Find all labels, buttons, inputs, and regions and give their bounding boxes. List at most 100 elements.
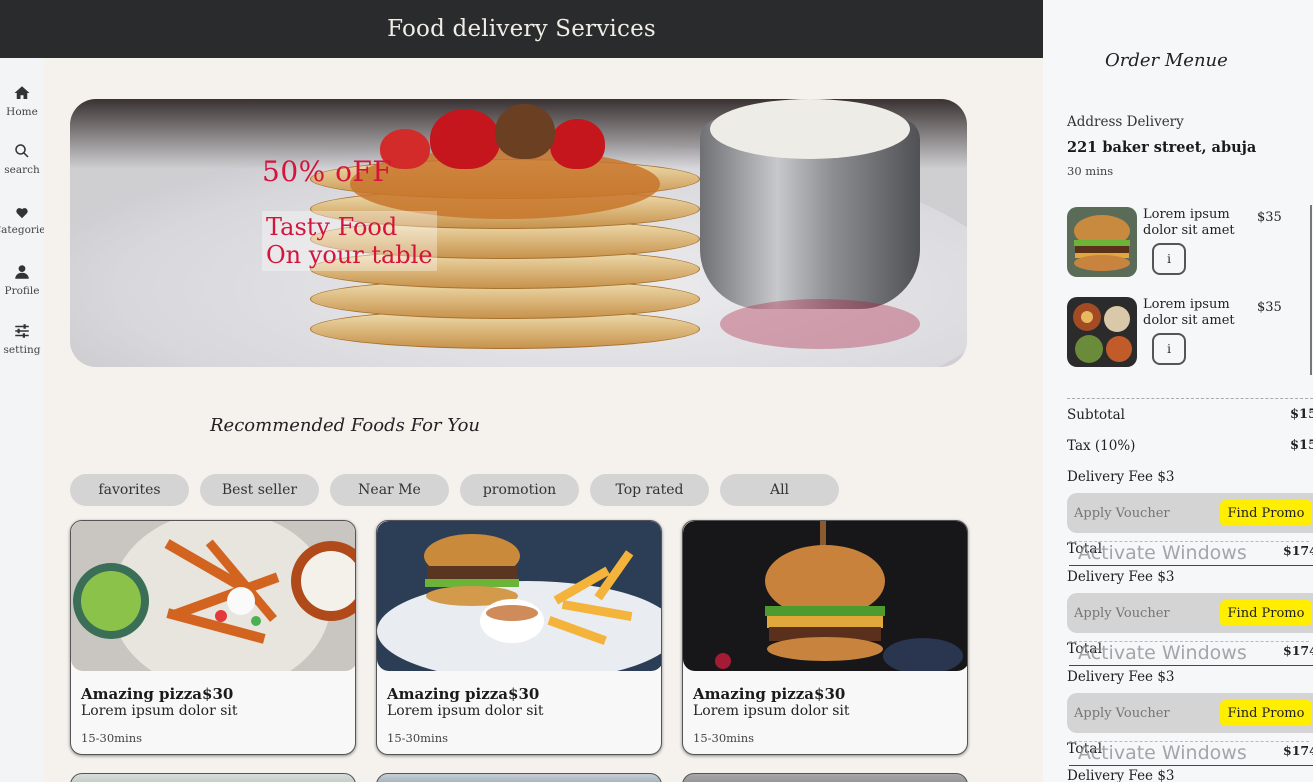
search-icon [15,144,29,158]
nav-item-profile[interactable]: Profile [0,263,44,297]
order-item: Lorem ipsum dolor sit amet $35 i [1067,207,1313,279]
tax-row: Tax (10%) $15.0 [1067,438,1313,454]
filter-chip-favorites[interactable]: favorites [70,474,189,506]
order-panel-title: Order Menue [1105,50,1228,71]
food-card[interactable]: Amazing pizza$30 Lorem ipsum dolor sit 1… [682,520,968,755]
nav-label: Profile [4,285,40,297]
find-promo-button[interactable]: Find Promo [1220,700,1312,726]
delivery-fee-label: Delivery Fee $3 [1067,768,1175,782]
order-item-price: $35 [1257,300,1282,315]
total-value: $174.0 [1283,643,1313,658]
app-header: Food delivery Services [0,0,1043,58]
nav-item-setting[interactable]: setting [0,322,44,356]
filter-chip-promotion[interactable]: promotion [460,474,579,506]
cream-image [710,99,910,159]
voucher-input[interactable] [1074,693,1214,733]
voucher-input[interactable] [1074,593,1214,633]
hero-tagline: Tasty Food On your table [262,211,437,271]
voucher-input[interactable] [1074,493,1214,533]
filter-chip-all[interactable]: All [720,474,839,506]
order-item-price: $35 [1257,210,1282,225]
voucher-field: Find Promo [1067,693,1313,733]
home-icon [14,86,30,99]
order-item-name: Lorem ipsum dolor sit amet [1143,297,1235,328]
sliders-icon [15,324,29,338]
subtotal-label: Subtotal [1067,407,1125,423]
food-card-time: 15-30mins [387,731,449,745]
address-value: 221 baker street, abuja [1067,139,1257,156]
food-card-partial[interactable] [70,773,356,782]
total-row: Total Activate Windows $174.0 [1067,641,1313,666]
food-card-title: Amazing pizza$30 [387,685,540,703]
hero-banner[interactable]: 50% oFF Tasty Food On your table [70,99,967,367]
windows-watermark: Activate Windows [1078,742,1247,764]
divider [1067,398,1313,399]
food-card-title: Amazing pizza$30 [81,685,234,703]
voucher-field: Find Promo [1067,593,1313,633]
order-item-image [1067,297,1137,367]
sidebar-nav: Home search Categories Profile setting [0,58,51,782]
divider [1069,665,1313,666]
delivery-fee-label: Delivery Fee $3 [1067,469,1175,485]
total-value: $174.0 [1283,543,1313,558]
nav-item-search[interactable]: search [0,142,44,176]
filter-chip-best-seller[interactable]: Best seller [200,474,319,506]
quantity-button[interactable]: i [1152,243,1186,275]
divider [1069,565,1313,566]
filter-chip-near-me[interactable]: Near Me [330,474,449,506]
order-item-name: Lorem ipsum dolor sit amet [1143,207,1235,238]
heart-icon [16,208,28,219]
tax-value: $15.0 [1290,438,1313,453]
filter-chips: favorites Best seller Near Me promotion … [70,474,839,506]
hero-offer-text: 50% oFF [262,155,393,188]
find-promo-button[interactable]: Find Promo [1220,600,1312,626]
nav-label: Home [6,106,38,118]
delivery-fee-label: Delivery Fee $3 [1067,669,1175,685]
food-card-list: Amazing pizza$30 Lorem ipsum dolor sit 1… [70,520,968,755]
order-list-scrollbar[interactable] [1310,205,1312,375]
delivery-fee-label: Delivery Fee $3 [1067,569,1175,585]
food-image [71,521,355,671]
hero-tagline-line2: On your table [266,241,433,269]
food-image [683,521,967,671]
find-promo-button[interactable]: Find Promo [1220,500,1312,526]
address-label: Address Delivery [1067,114,1184,130]
order-item-image [1067,207,1137,277]
total-value: $174.0 [1283,743,1313,758]
food-card-subtitle: Lorem ipsum dolor sit [693,703,850,719]
filter-chip-top-rated[interactable]: Top rated [590,474,709,506]
food-card-subtitle: Lorem ipsum dolor sit [81,703,238,719]
total-row: Total Activate Windows $174.0 [1067,741,1313,766]
divider [1069,765,1313,766]
order-item: Lorem ipsum dolor sit amet $35 i [1067,297,1313,369]
main-content: 50% oFF Tasty Food On your table Recomme… [44,58,1043,782]
subtotal-row: Subtotal $15.0 [1067,407,1313,423]
nav-item-categories[interactable]: Categories [0,206,51,236]
delivery-eta: 30 mins [1067,164,1114,178]
order-panel: Order Menue Address Delivery 221 baker s… [1043,0,1313,782]
food-card[interactable]: Amazing pizza$30 Lorem ipsum dolor sit 1… [376,520,662,755]
page-title: Food delivery Services [387,16,656,42]
quantity-button[interactable]: i [1152,333,1186,365]
food-card[interactable]: Amazing pizza$30 Lorem ipsum dolor sit 1… [70,520,356,755]
food-card-time: 15-30mins [81,731,143,745]
nav-item-home[interactable]: Home [0,84,44,118]
food-card-subtitle: Lorem ipsum dolor sit [387,703,544,719]
hero-tagline-line1: Tasty Food [266,213,398,241]
food-card-time: 15-30mins [693,731,755,745]
windows-watermark: Activate Windows [1078,642,1247,664]
total-row: Total Activate Windows $174.0 [1067,541,1313,566]
tax-label: Tax (10%) [1067,438,1136,454]
food-card-partial[interactable] [682,773,968,782]
user-icon [15,265,29,279]
windows-watermark: Activate Windows [1078,542,1247,564]
voucher-field: Find Promo [1067,493,1313,533]
nav-label: search [4,164,40,176]
food-card-partial[interactable] [376,773,662,782]
subtotal-value: $15.0 [1290,407,1313,422]
food-card-title: Amazing pizza$30 [693,685,846,703]
nav-label: setting [3,344,41,356]
recommended-title: Recommended Foods For You [210,415,480,436]
food-card-list-row2 [70,773,968,782]
food-image [377,521,661,671]
